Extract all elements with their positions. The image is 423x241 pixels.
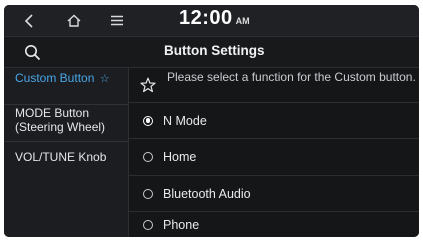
option-n-mode[interactable]: N Mode xyxy=(129,103,419,139)
option-label: N Mode xyxy=(163,113,207,128)
star-icon: ☆ xyxy=(99,73,110,85)
left-menu-item-vol-tune-knob[interactable]: VOL/TUNE Knob xyxy=(4,150,128,166)
back-icon xyxy=(24,13,33,28)
left-menu-item-label: VOL/TUNE Knob xyxy=(15,150,107,164)
left-menu: Custom Button ☆ MODE Button (Steering Wh… xyxy=(4,68,129,237)
menu-icon xyxy=(111,15,123,26)
option-phone[interactable]: Phone xyxy=(129,212,419,237)
left-menu-item-mode-button[interactable]: MODE Button (Steering Wheel) xyxy=(4,106,128,142)
option-label: Phone xyxy=(163,217,200,232)
option-home[interactable]: Home xyxy=(129,139,419,176)
radio-icon[interactable] xyxy=(143,188,153,199)
home-icon xyxy=(67,14,81,27)
radio-icon[interactable] xyxy=(143,219,153,230)
radio-icon[interactable] xyxy=(143,152,153,162)
title-bar: Button Settings xyxy=(4,37,419,68)
option-label: Bluetooth Audio xyxy=(163,186,251,201)
clock-ampm: AM xyxy=(235,16,250,26)
options-note: Please select a function for the Custom … xyxy=(167,70,416,84)
options-note-row: Please select a function for the Custom … xyxy=(129,68,419,103)
status-bar: 12:00 AM xyxy=(4,5,419,37)
left-menu-item-label: MODE Button (Steering Wheel) xyxy=(15,106,106,134)
option-bluetooth-audio[interactable]: Bluetooth Audio xyxy=(129,176,419,212)
radio-selected-icon[interactable] xyxy=(143,115,153,126)
options-panel: Please select a function for the Custom … xyxy=(129,68,419,237)
star-outline-icon xyxy=(140,77,156,93)
back-button[interactable] xyxy=(14,5,44,36)
search-icon xyxy=(25,45,41,61)
screen: 12:00 AM Button Settings Custom Button ☆… xyxy=(4,5,419,237)
left-menu-item-label: Custom Button xyxy=(15,71,95,85)
home-button[interactable] xyxy=(59,5,89,36)
left-menu-item-custom-button[interactable]: Custom Button ☆ xyxy=(4,71,128,105)
page-title: Button Settings xyxy=(164,43,265,58)
search-button[interactable] xyxy=(22,42,44,64)
clock-time: 12:00 xyxy=(179,7,233,29)
menu-button[interactable] xyxy=(102,5,132,36)
option-label: Home xyxy=(163,150,197,164)
clock: 12:00 AM xyxy=(179,7,250,35)
